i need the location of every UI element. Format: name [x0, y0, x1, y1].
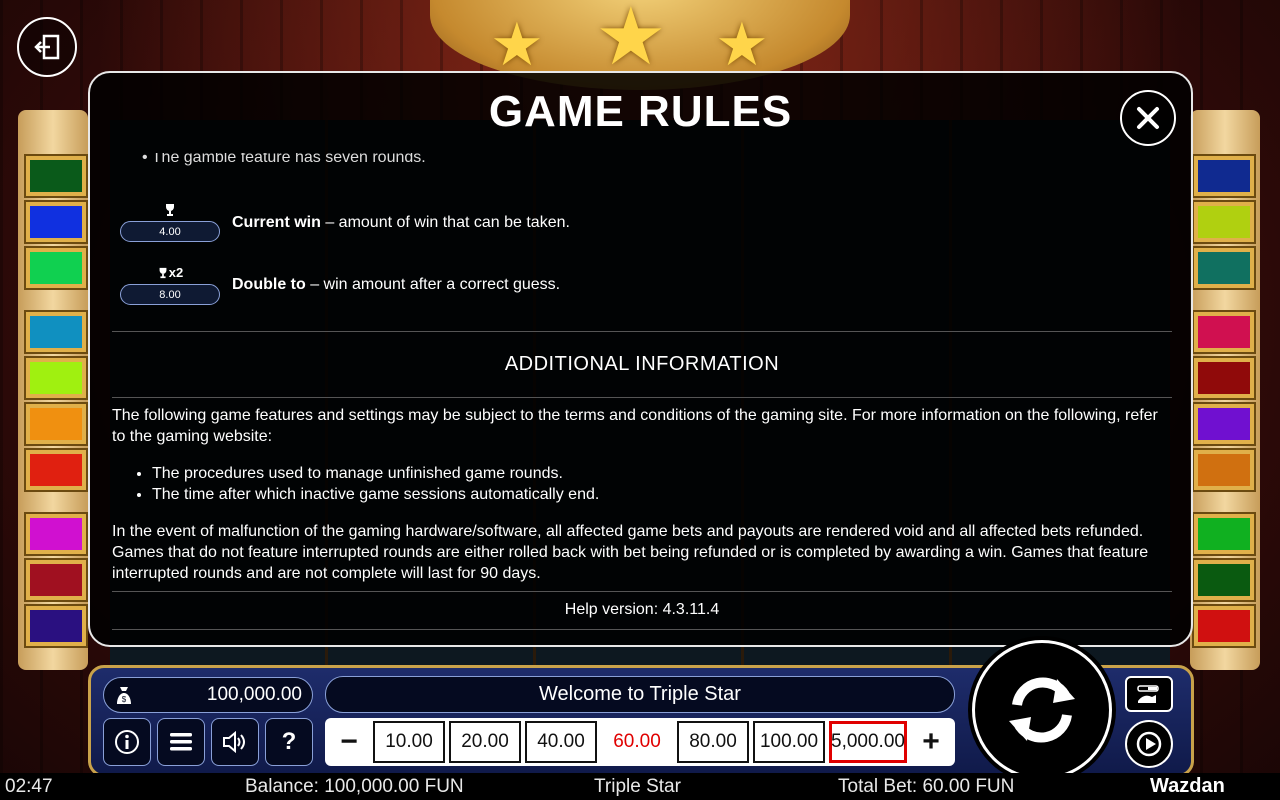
brand-name: Wazdan — [1150, 775, 1225, 797]
rules-scroll-content[interactable]: • The gamble feature has seven rounds. 4… — [112, 153, 1172, 633]
double-multiplier: x2 — [168, 265, 184, 280]
payline-gem — [1192, 558, 1256, 602]
current-win-indicator: 4.00 — [120, 203, 220, 242]
payline-gem — [1192, 402, 1256, 446]
close-icon — [1137, 107, 1159, 129]
additional-info-list: The procedures used to manage unfinished… — [152, 463, 599, 505]
additional-info-title: ADDITIONAL INFORMATION — [504, 353, 780, 375]
malfunction-paragraph: In the event of malfunction of the gamin… — [112, 523, 1149, 582]
menu-icon — [170, 733, 192, 751]
partial-bullet: • The gamble feature has seven rounds. — [142, 153, 426, 167]
payline-gem — [1192, 200, 1256, 244]
current-win-text: Current win – amount of win that can be … — [232, 214, 570, 232]
close-button[interactable] — [1120, 90, 1176, 146]
exit-button[interactable] — [17, 17, 77, 77]
status-bar: 02:47 Balance: 100,000.00 FUN Triple Sta… — [0, 773, 1280, 800]
bet-decrease-button[interactable]: − — [328, 721, 370, 763]
payline-gem — [24, 154, 88, 198]
bet-increase-button[interactable]: + — [910, 721, 952, 763]
list-item: The time after which inactive game sessi… — [152, 484, 599, 505]
double-to-term: Double to — [232, 276, 306, 293]
list-item: The procedures used to manage unfinished… — [152, 463, 599, 484]
payline-gem — [24, 512, 88, 556]
payline-gem — [1192, 310, 1256, 354]
double-trophy-icon: x2 — [157, 265, 183, 280]
message-bar: Welcome to Triple Star — [325, 676, 955, 713]
payline-gem — [1192, 356, 1256, 400]
payline-gem — [24, 310, 88, 354]
bet-option[interactable]: 40.00 — [525, 721, 597, 763]
help-version: Help version: 4.3.11.4 — [564, 601, 720, 618]
bet-option[interactable]: 100.00 — [753, 721, 825, 763]
clock: 02:47 — [5, 776, 53, 797]
spin-button[interactable] — [972, 640, 1112, 780]
money-bag-icon: $ — [117, 687, 131, 704]
payline-gem — [1192, 604, 1256, 648]
current-win-value: 4.00 — [120, 221, 220, 242]
brand-logo: Wazdan — [1150, 775, 1225, 798]
payline-gem — [24, 402, 88, 446]
current-win-rule: 4.00 Current win – amount of win that ca… — [120, 203, 570, 242]
turbo-icon — [1137, 685, 1159, 703]
autoplay-button[interactable] — [1125, 720, 1173, 768]
additional-info-paragraph: The following game features and settings… — [112, 407, 1158, 445]
bet-option[interactable]: 10.00 — [373, 721, 445, 763]
logo-star-icon: ★ — [715, 11, 769, 78]
game-rules-modal: GAME RULES • The gamble feature has seve… — [88, 71, 1193, 647]
turbo-button[interactable] — [1125, 676, 1173, 712]
status-balance: Balance: 100,000.00 FUN — [245, 776, 464, 797]
payline-gem — [1192, 512, 1256, 556]
balance-display: $ 100,000.00 — [103, 677, 313, 713]
sound-button[interactable] — [211, 718, 259, 766]
payline-gem — [24, 356, 88, 400]
svg-text:$: $ — [122, 695, 127, 704]
payline-gem — [24, 200, 88, 244]
logo-star-icon: ★ — [490, 11, 544, 78]
modal-title: GAME RULES — [488, 87, 793, 136]
double-to-value: 8.00 — [120, 284, 220, 305]
payline-gem — [24, 246, 88, 290]
game-name: Triple Star — [594, 776, 681, 797]
payline-gem — [1192, 448, 1256, 492]
partial-bullet-text: The gamble feature has seven rounds. — [151, 153, 426, 166]
help-button[interactable]: ? — [265, 718, 313, 766]
current-win-term: Current win — [232, 213, 321, 231]
autoplay-icon — [1136, 731, 1162, 757]
bet-option[interactable]: 80.00 — [677, 721, 749, 763]
bet-option[interactable]: 20.00 — [449, 721, 521, 763]
spin-arrows-icon — [1009, 677, 1075, 743]
payline-gem — [1192, 246, 1256, 290]
info-button[interactable] — [103, 718, 151, 766]
double-to-rule: x2 8.00 Double to – win amount after a c… — [120, 265, 560, 305]
divider — [112, 397, 1172, 398]
payline-gem — [24, 448, 88, 492]
payline-gem — [24, 558, 88, 602]
payline-gem — [24, 604, 88, 648]
divider — [112, 591, 1172, 592]
payline-gem — [1192, 154, 1256, 198]
info-icon — [115, 730, 139, 754]
divider — [112, 331, 1172, 332]
double-to-text: Double to – win amount after a correct g… — [232, 276, 560, 294]
trophy-icon — [166, 204, 174, 216]
menu-button[interactable] — [157, 718, 205, 766]
divider — [112, 629, 1172, 630]
exit-icon — [34, 34, 60, 60]
bet-option-max[interactable]: 5,000.00 — [829, 721, 907, 763]
status-total-bet: Total Bet: 60.00 FUN — [838, 776, 1015, 797]
bet-option-selected[interactable]: 60.00 — [601, 721, 673, 763]
double-to-desc: – win amount after a correct guess. — [305, 276, 561, 293]
double-to-indicator: x2 8.00 — [120, 265, 220, 305]
help-icon: ? — [281, 728, 297, 755]
current-win-desc: – amount of win that can be taken. — [320, 213, 570, 231]
speaker-icon — [223, 731, 245, 753]
balance-value: 100,000.00 — [206, 684, 302, 705]
